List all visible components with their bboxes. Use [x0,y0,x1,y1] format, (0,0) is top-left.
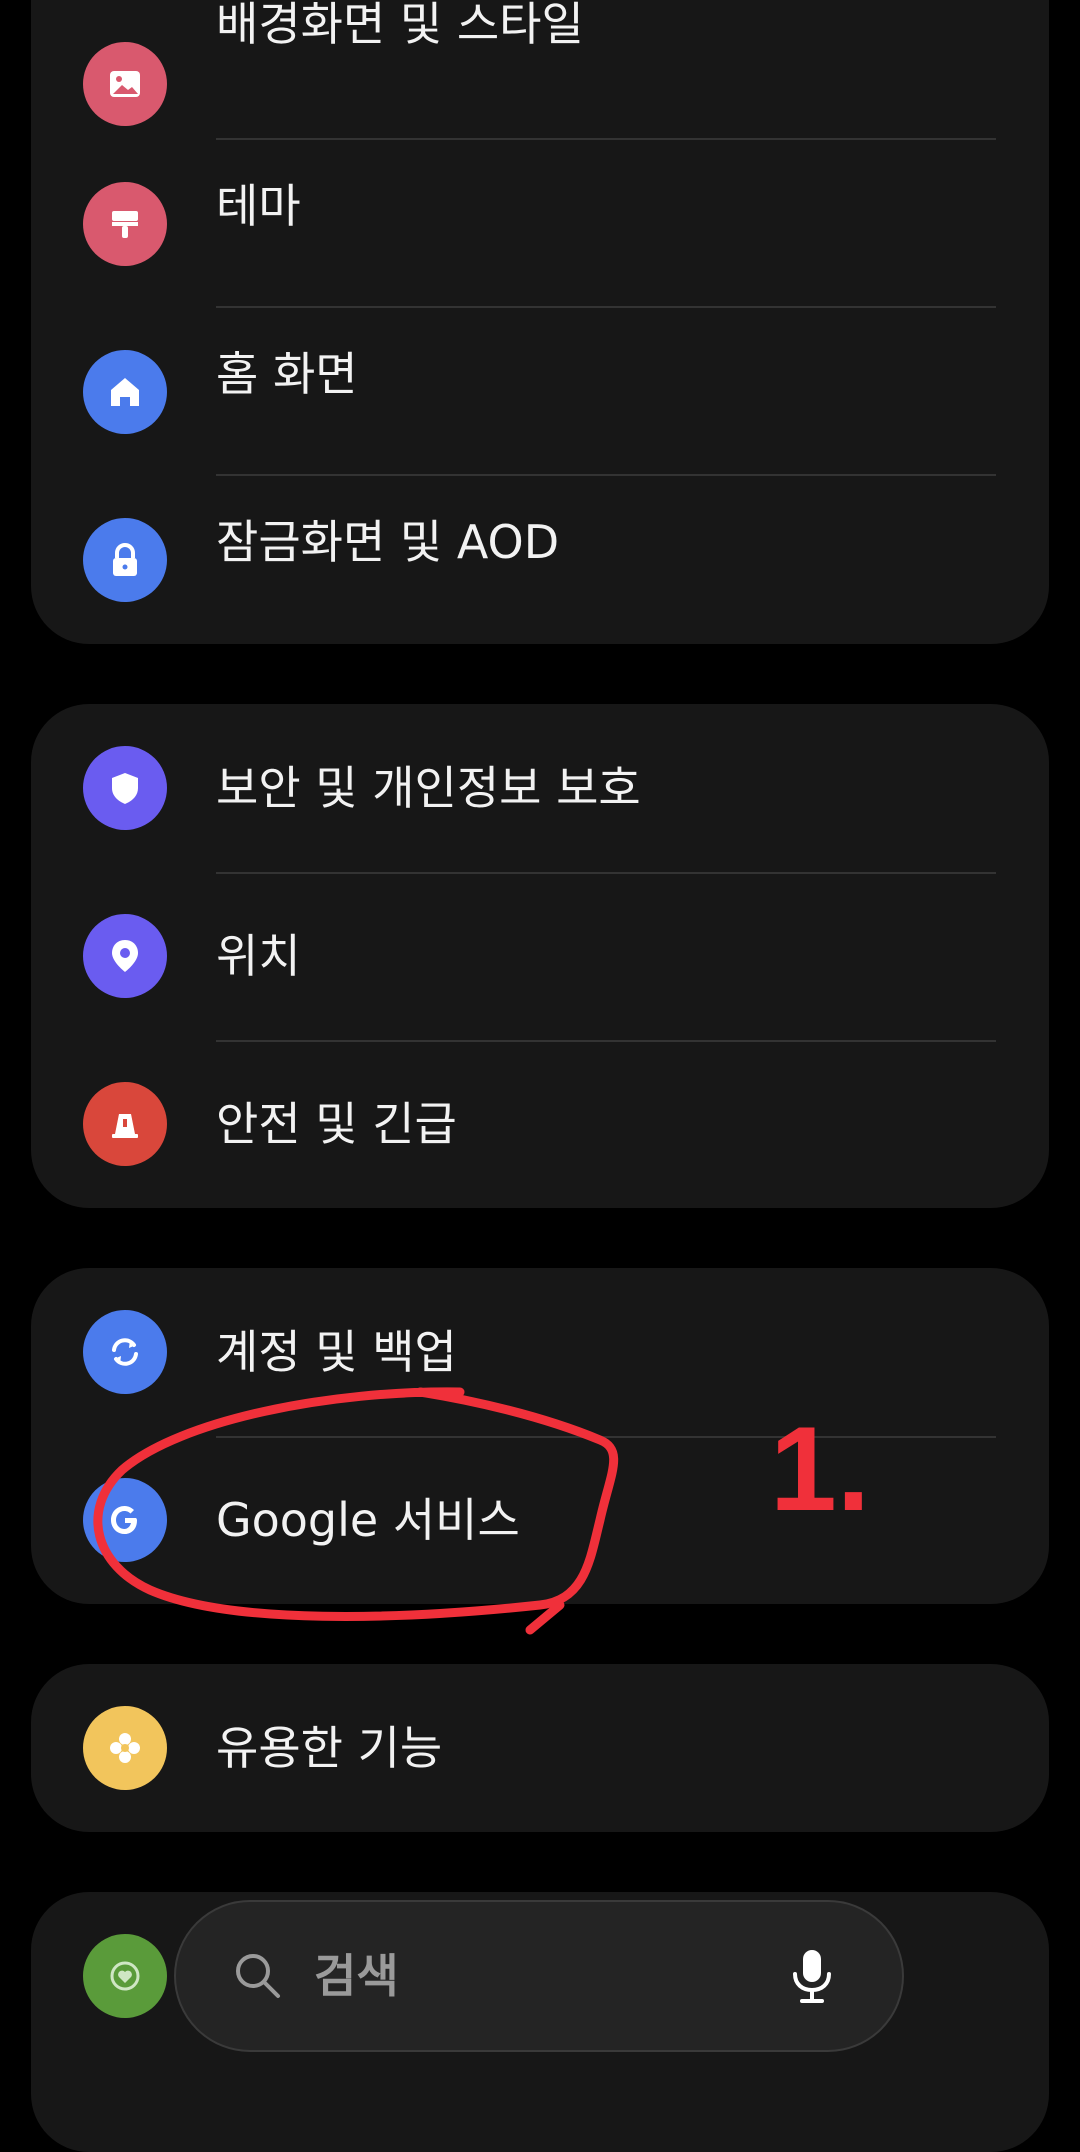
emergency-icon [83,1082,167,1166]
wallpaper-icon [83,42,167,126]
settings-group-features: 유용한 기능 [31,1664,1049,1832]
settings-item-label: 위치 [216,929,301,983]
settings-item-home-screen[interactable]: 홈 화면 [31,308,1049,476]
settings-item-label: 유용한 기능 [216,1721,443,1775]
settings-group-accounts: 계정 및 백업 Google 서비스 [31,1268,1049,1604]
search-bar[interactable]: 검색 [174,1900,904,2052]
settings-item-google-services[interactable]: Google 서비스 [31,1436,1049,1604]
settings-item-label: 안전 및 긴급 [216,1097,457,1151]
settings-item-security-privacy[interactable]: 보안 및 개인정보 보호 [31,704,1049,872]
sync-icon [83,1310,167,1394]
advanced-features-icon [83,1706,167,1790]
lock-icon [83,518,167,602]
home-icon [83,350,167,434]
settings-item-label: 테마 [216,179,301,233]
settings-item-lock-screen[interactable]: 잠금화면 및 AOD [31,476,1049,644]
microphone-icon[interactable] [784,1946,840,2006]
settings-item-safety-emergency[interactable]: 안전 및 긴급 [31,1040,1049,1208]
settings-item-location[interactable]: 위치 [31,872,1049,1040]
shield-icon [83,746,167,830]
settings-item-label: 홈 화면 [216,347,358,401]
digital-wellbeing-icon [83,1934,167,2018]
annotation-tail [525,1600,565,1635]
settings-item-label: 계정 및 백업 [216,1325,457,1379]
settings-item-accounts-backup[interactable]: 계정 및 백업 [31,1268,1049,1436]
settings-group-display: 배경화면 및 스타일 테마 홈 화면 잠금화면 및 AOD [31,0,1049,644]
settings-item-advanced-features[interactable]: 유용한 기능 [31,1664,1049,1832]
settings-item-label: 배경화면 및 스타일 [216,0,584,51]
settings-item-label: Google 서비스 [216,1493,520,1547]
google-icon [83,1478,167,1562]
theme-brush-icon [83,182,167,266]
settings-item-theme[interactable]: 테마 [31,140,1049,308]
settings-item-label: 잠금화면 및 AOD [216,515,560,569]
settings-group-security: 보안 및 개인정보 보호 위치 안전 및 긴급 [31,704,1049,1208]
search-icon [236,1954,280,1998]
search-placeholder: 검색 [314,1949,399,2003]
settings-item-label: 보안 및 개인정보 보호 [216,761,641,815]
location-pin-icon [83,914,167,998]
